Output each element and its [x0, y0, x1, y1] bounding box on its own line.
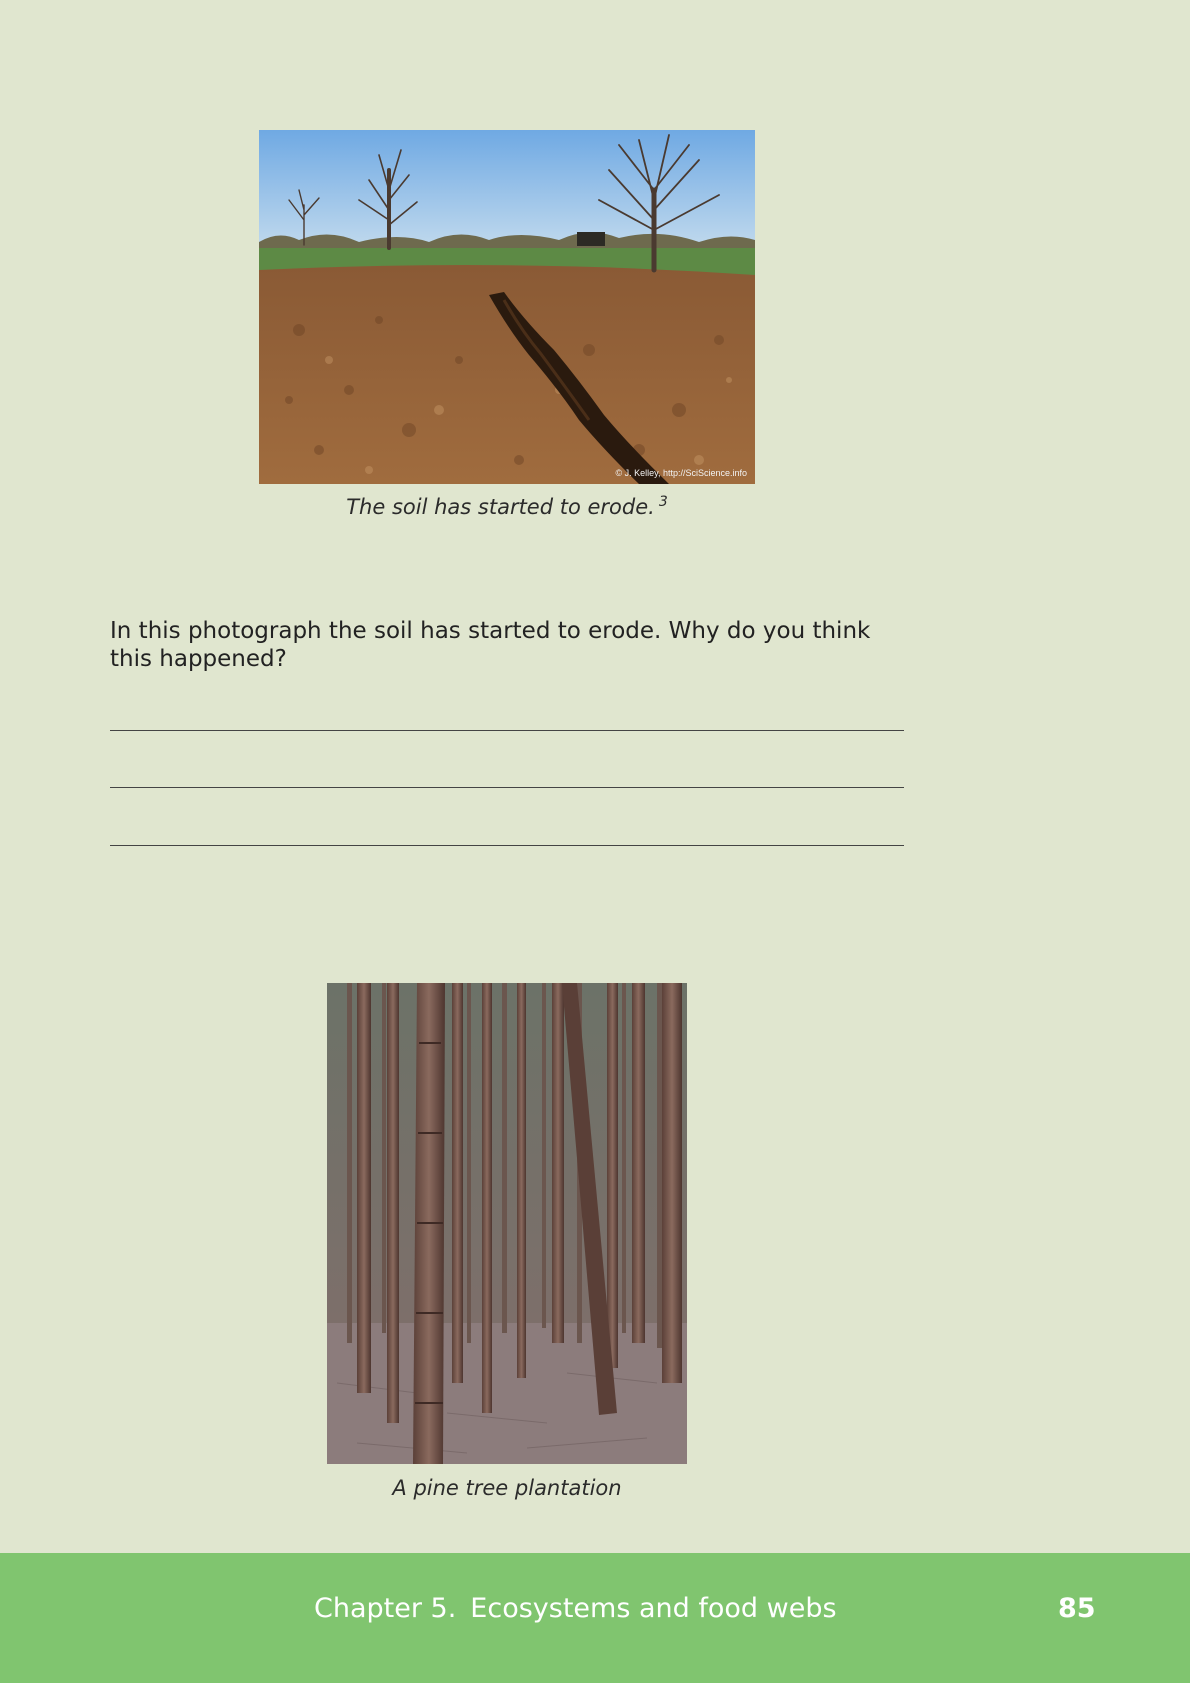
figure-caption-eroded-soil: The soil has started to erode. 3 [259, 494, 755, 519]
footer-chapter-title: Chapter 5. Ecosystems and food webs [314, 1593, 837, 1624]
answer-line[interactable] [110, 730, 904, 731]
page-footer: Chapter 5. Ecosystems and food webs 85 [0, 1553, 1190, 1683]
answer-line[interactable] [110, 787, 904, 788]
footnote-marker: 3 [658, 494, 668, 510]
chapter-number: Chapter 5. [314, 1593, 457, 1624]
page-number: 85 [1058, 1593, 1096, 1624]
eroded-soil-photo: © J. Kelley, http://SciScience.info [259, 130, 755, 484]
photo-credit: © J. Kelley, http://SciScience.info [615, 468, 747, 478]
caption-text: The soil has started to erode. [346, 495, 655, 519]
question-text: In this photograph the soil has started … [110, 618, 871, 672]
answer-line[interactable] [110, 845, 904, 846]
figure-caption-pine-plantation: A pine tree plantation [392, 1476, 622, 1500]
chapter-title: Ecosystems and food webs [470, 1593, 837, 1624]
pine-plantation-photo [327, 983, 687, 1464]
